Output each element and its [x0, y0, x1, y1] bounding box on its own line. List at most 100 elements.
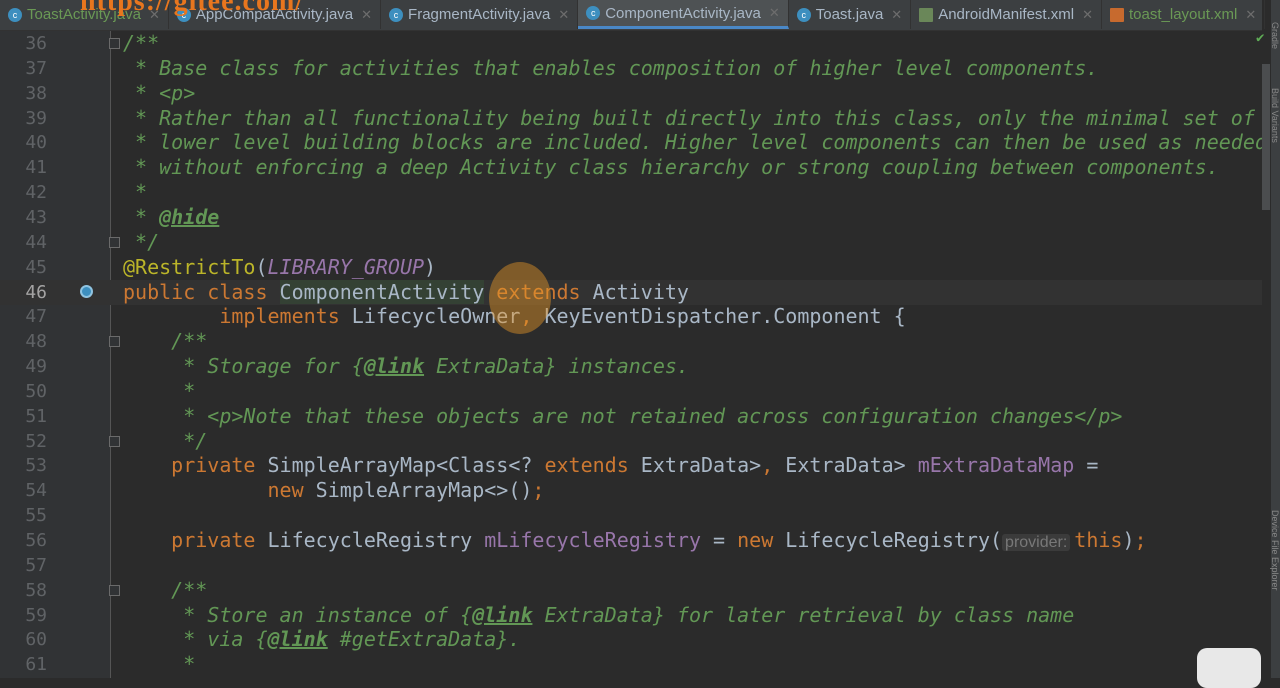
- code-line[interactable]: 38 * <p>: [0, 81, 1262, 106]
- code-token: * Base class for activities that enables…: [123, 55, 1099, 80]
- line-number: 43: [25, 206, 47, 228]
- code-line[interactable]: 40 * lower level building blocks are inc…: [0, 130, 1267, 155]
- tab-label: ComponentActivity.java: [605, 4, 761, 22]
- line-number: 60: [25, 629, 47, 651]
- close-tab-icon[interactable]: ✕: [891, 7, 902, 23]
- fold-marker-icon[interactable]: [109, 236, 120, 248]
- tab-label: AndroidManifest.xml: [938, 6, 1075, 23]
- code-text: @RestrictTo(LIBRARY_GROUP): [123, 255, 436, 280]
- code-line[interactable]: 51 * <p>Note that these objects are not …: [0, 404, 1262, 429]
- tab-androidmanifest-xml[interactable]: AndroidManifest.xml ✕: [911, 0, 1102, 29]
- bilibili-logo-icon: [1197, 648, 1261, 688]
- code-token: =: [701, 528, 738, 552]
- code-token: ;: [1134, 528, 1147, 552]
- code-token: mLifecycleRegistry: [484, 528, 701, 552]
- code-line[interactable]: 60 * via {@link #getExtraData}.: [0, 627, 1262, 652]
- code-line[interactable]: 37 * Base class for activities that enab…: [0, 56, 1262, 81]
- line-number: 55: [25, 505, 47, 527]
- code-text: new SimpleArrayMap<>();: [123, 478, 545, 503]
- overrides-method-icon[interactable]: [80, 284, 93, 298]
- line-number: 47: [25, 306, 47, 328]
- code-text: * lower level building blocks are includ…: [123, 130, 1267, 155]
- code-token: new: [737, 528, 786, 552]
- code-line[interactable]: 41 * without enforcing a deep Activity c…: [0, 155, 1262, 180]
- close-tab-icon[interactable]: ✕: [558, 7, 569, 23]
- tab-componentactivity-java[interactable]: c ComponentActivity.java ✕: [578, 0, 789, 29]
- code-line[interactable]: 44 */: [0, 230, 1262, 255]
- tool-window-gradle[interactable]: Gradle: [1270, 22, 1280, 49]
- tab-toast-layout-xml[interactable]: toast_layout.xml ✕: [1102, 0, 1266, 29]
- code-line[interactable]: 39 * Rather than all functionality being…: [0, 106, 1262, 131]
- close-tab-icon[interactable]: ✕: [1082, 7, 1093, 23]
- line-number: 36: [25, 33, 47, 54]
- line-number: 38: [25, 82, 47, 104]
- line-number: 40: [25, 132, 47, 154]
- code-line[interactable]: 56 private LifecycleRegistry mLifecycleR…: [0, 528, 1262, 553]
- code-text: * Rather than all functionality being bu…: [123, 106, 1255, 131]
- fold-marker-icon[interactable]: [109, 435, 120, 447]
- tab-toast-java[interactable]: c Toast.java ✕: [789, 0, 912, 29]
- inspection-ok-icon[interactable]: ✔: [1256, 30, 1264, 46]
- tab-label: Toast.java: [815, 6, 884, 23]
- code-token: @link: [363, 354, 425, 379]
- tab-toastactivity-java[interactable]: c ToastActivity.java ✕: [0, 0, 169, 29]
- code-line[interactable]: 42 *: [0, 180, 1262, 205]
- code-text: */: [123, 429, 207, 454]
- code-line[interactable]: 49 * Storage for {@link ExtraData} insta…: [0, 354, 1262, 379]
- close-tab-icon[interactable]: ✕: [149, 7, 160, 23]
- java-class-locked-icon: c: [389, 7, 404, 22]
- code-text: *: [123, 652, 195, 677]
- fold-marker-icon[interactable]: [109, 336, 120, 348]
- code-token: private: [171, 528, 268, 552]
- code-line[interactable]: 54 new SimpleArrayMap<>();: [0, 478, 1262, 503]
- line-number: 41: [25, 157, 47, 179]
- code-token: /**: [123, 31, 160, 55]
- code-line[interactable]: 52 */: [0, 429, 1262, 454]
- code-text: *: [123, 180, 147, 205]
- code-token: *: [123, 180, 148, 205]
- code-token: LifecycleRegistry: [267, 528, 485, 552]
- code-line[interactable]: 47 implements LifecycleOwner, KeyEventDi…: [0, 304, 1262, 329]
- code-token: * without enforcing a deep Activity clas…: [123, 155, 1219, 180]
- code-token: new: [267, 478, 316, 503]
- code-token: mExtraDataMap: [917, 453, 1075, 478]
- code-text: * Store an instance of {@link ExtraData}…: [123, 603, 1074, 628]
- tab-fragmentactivity-java[interactable]: c FragmentActivity.java ✕: [381, 0, 579, 29]
- line-number: 44: [25, 231, 47, 253]
- fold-marker-icon[interactable]: [109, 38, 120, 49]
- xml-layout-icon: [1110, 7, 1124, 22]
- java-class-icon: c: [796, 7, 811, 22]
- close-tab-icon[interactable]: ✕: [1245, 7, 1256, 23]
- code-token: (: [255, 254, 268, 279]
- code-token: */: [123, 428, 208, 453]
- tool-window-device-file-explorer[interactable]: Device File Explorer: [1270, 510, 1280, 591]
- code-line[interactable]: 50 *: [0, 379, 1262, 404]
- code-line[interactable]: 53 private SimpleArrayMap<Class<? extend…: [0, 453, 1262, 478]
- tool-window-build-variants[interactable]: Build Variants: [1270, 88, 1280, 143]
- close-tab-icon[interactable]: ✕: [361, 7, 372, 23]
- code-line[interactable]: 36 /**: [0, 31, 1262, 56]
- vertical-scrollbar[interactable]: [1262, 64, 1270, 210]
- code-text: private SimpleArrayMap<Class<? extends E…: [123, 453, 1098, 478]
- code-line[interactable]: 58 /**: [0, 578, 1262, 603]
- code-line[interactable]: 55: [0, 503, 1262, 528]
- line-number: 51: [25, 405, 47, 427]
- code-line[interactable]: 46 public class ComponentActivity extends…: [0, 279, 1262, 305]
- code-line[interactable]: 48 /**: [0, 329, 1262, 354]
- code-line[interactable]: 59 * Store an instance of {@link ExtraDa…: [0, 603, 1262, 628]
- code-line[interactable]: 57: [0, 553, 1262, 578]
- line-number: 42: [25, 182, 47, 204]
- tab-appcompatactivity-java[interactable]: c AppCompatActivity.java ✕: [169, 0, 382, 29]
- code-text: * <p>Note that these objects are not ret…: [123, 404, 1122, 429]
- code-line[interactable]: 45 @RestrictTo(LIBRARY_GROUP): [0, 255, 1262, 280]
- close-tab-icon[interactable]: ✕: [769, 5, 780, 21]
- code-token: /**: [123, 329, 208, 354]
- code-editor[interactable]: 36/** 37 * Base class for activities that…: [0, 31, 1267, 678]
- line-number: 45: [25, 256, 47, 278]
- line-number: 53: [25, 455, 47, 477]
- code-line[interactable]: 61 *: [0, 652, 1262, 677]
- fold-marker-icon[interactable]: [109, 584, 120, 596]
- code-line[interactable]: 43 * @hide: [0, 205, 1262, 230]
